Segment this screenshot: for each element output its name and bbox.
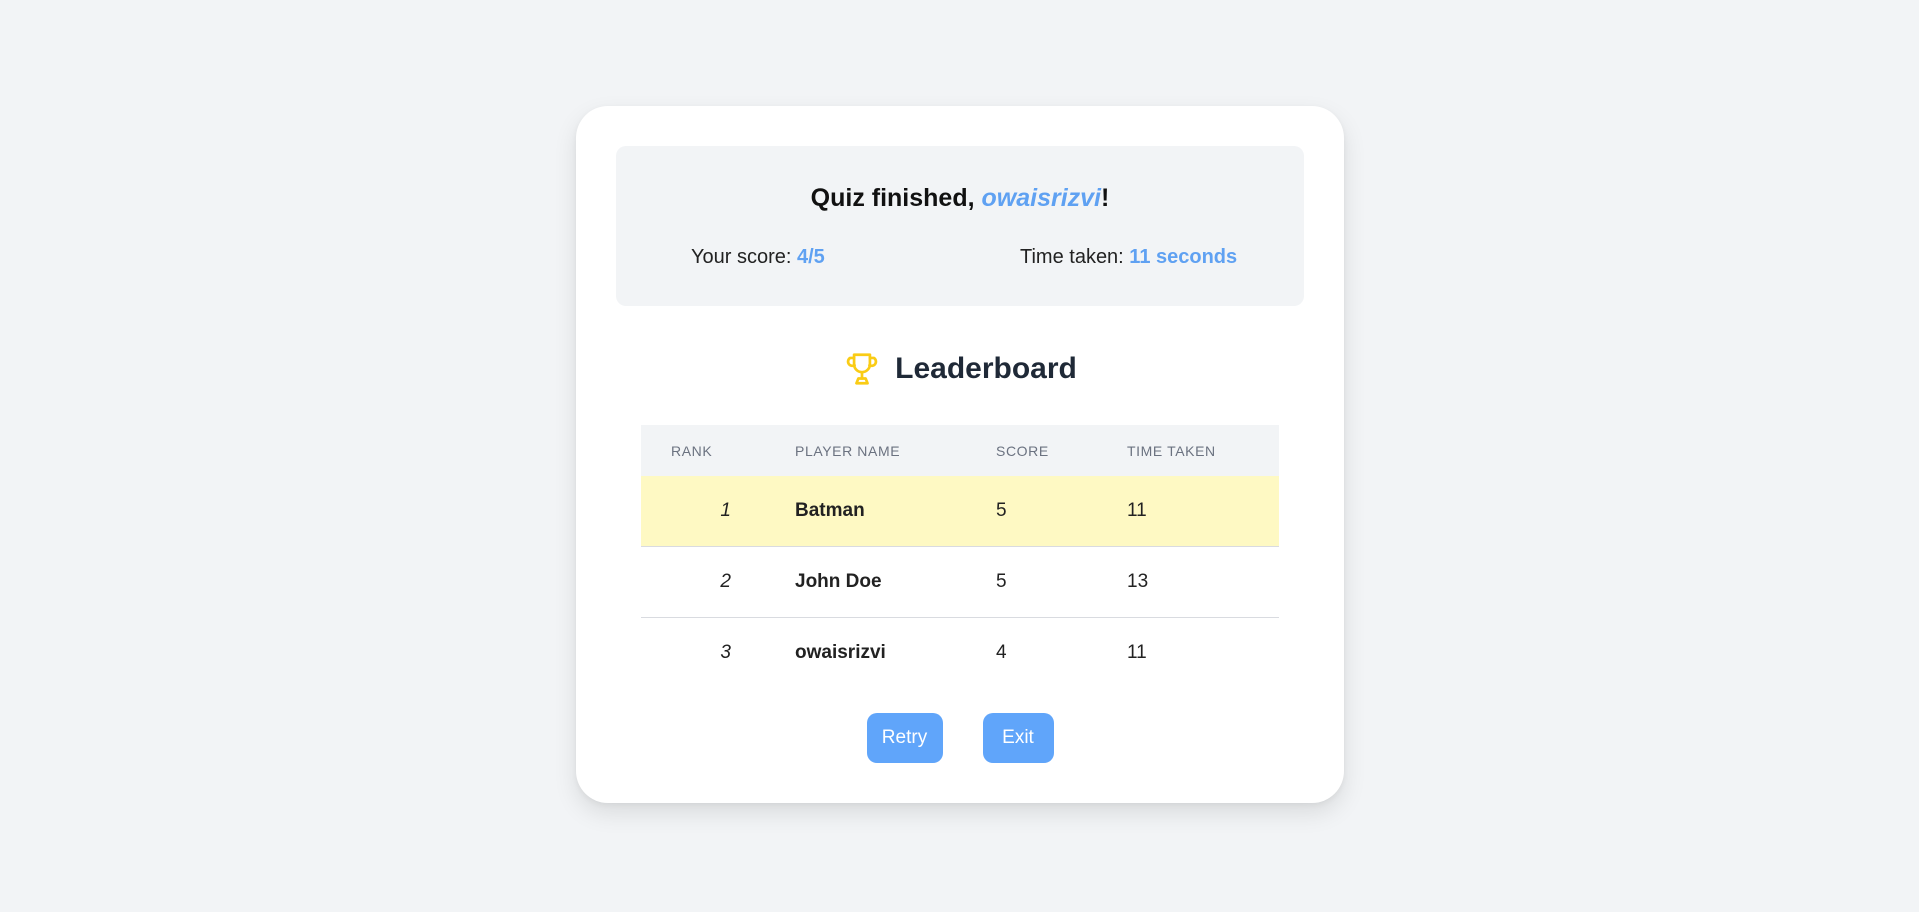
column-header-rank: RANK bbox=[641, 425, 795, 476]
title-suffix: ! bbox=[1101, 184, 1110, 212]
score-value: 4/5 bbox=[797, 246, 825, 268]
rank-cell: 1 bbox=[641, 476, 795, 547]
time-cell: 13 bbox=[1127, 546, 1279, 618]
column-header-player-name: PLAYER NAME bbox=[795, 425, 996, 476]
table-header-row: RANK PLAYER NAME SCORE TIME TAKEN bbox=[641, 425, 1279, 476]
username: owaisrizvi bbox=[981, 184, 1102, 212]
player-name-cell: John Doe bbox=[795, 546, 996, 618]
action-buttons: Retry Exit bbox=[576, 713, 1344, 763]
leaderboard-table: RANK PLAYER NAME SCORE TIME TAKEN 1 Batm… bbox=[641, 425, 1279, 688]
time-label: Time taken: bbox=[1020, 246, 1130, 268]
player-name-cell: owaisrizvi bbox=[795, 642, 886, 663]
time-cell: 11 bbox=[1127, 642, 1147, 663]
summary-title: Quiz finished, owaisrizvi! bbox=[616, 184, 1304, 213]
exit-button[interactable]: Exit bbox=[982, 713, 1054, 763]
rank-cell: 2 bbox=[641, 546, 795, 618]
score-cell: 4 bbox=[996, 642, 1007, 663]
score-label: Your score: bbox=[691, 246, 797, 268]
time-value: 11 seconds bbox=[1129, 246, 1238, 268]
player-name-cell: Batman bbox=[795, 476, 996, 547]
score-cell: 5 bbox=[996, 476, 1127, 547]
trophy-icon bbox=[843, 350, 881, 388]
results-card: Quiz finished, owaisrizvi! Your score: 4… bbox=[576, 106, 1344, 803]
column-header-score: SCORE bbox=[996, 425, 1127, 476]
table-row: 2 John Doe 5 13 bbox=[641, 546, 1279, 618]
table-row: 3 owaisrizvi 4 11 bbox=[641, 618, 1279, 689]
time-line: Time taken: 11 seconds bbox=[1020, 246, 1237, 269]
retry-button[interactable]: Retry bbox=[866, 713, 943, 763]
score-cell: 5 bbox=[996, 546, 1127, 618]
time-cell: 11 bbox=[1127, 476, 1279, 547]
leaderboard-title: Leaderboard bbox=[895, 352, 1077, 385]
quiz-summary: Quiz finished, owaisrizvi! Your score: 4… bbox=[616, 146, 1304, 306]
title-prefix: Quiz finished, bbox=[810, 184, 982, 212]
rank-cell: 3 bbox=[720, 642, 731, 663]
leaderboard-header: Leaderboard bbox=[576, 344, 1344, 394]
score-line: Your score: 4/5 bbox=[691, 246, 825, 269]
column-header-time-taken: TIME TAKEN bbox=[1127, 425, 1279, 476]
table-row: 1 Batman 5 11 bbox=[641, 476, 1279, 547]
